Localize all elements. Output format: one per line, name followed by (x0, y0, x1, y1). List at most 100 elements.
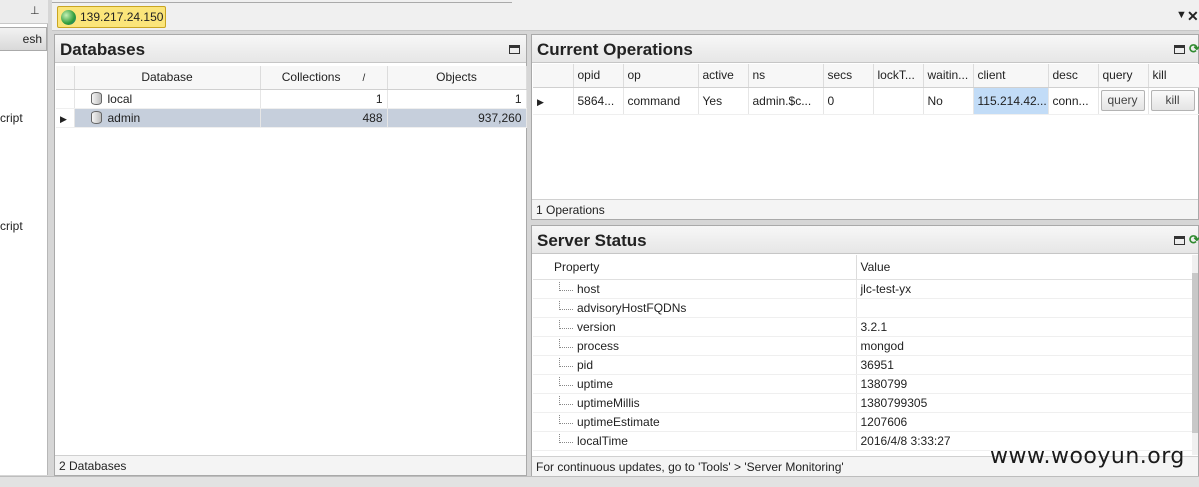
maximize-icon[interactable] (1174, 45, 1185, 54)
row-selector[interactable] (56, 89, 75, 109)
waiting-cell[interactable]: No (923, 87, 974, 115)
tree-row[interactable]: advisoryHostFQDNs (533, 298, 1194, 318)
tree-row[interactable]: host jlc-test-yx (533, 279, 1194, 299)
property-cell[interactable]: uptimeEstimate (533, 412, 857, 432)
maximize-icon[interactable] (1174, 236, 1185, 245)
collections-cell[interactable]: 1 (260, 89, 388, 109)
databases-panel: Databases Database Collections / Objects … (54, 34, 527, 476)
column-header-waiting[interactable]: waitin... (923, 64, 974, 88)
property-cell[interactable]: advisoryHostFQDNs (533, 298, 857, 318)
close-icon[interactable]: ✕ (1187, 8, 1199, 25)
tree-row[interactable]: uptimeEstimate 1207606 (533, 412, 1194, 432)
property-cell[interactable]: version (533, 317, 857, 337)
database-name-cell[interactable]: admin (74, 108, 261, 128)
tree-connector-icon (559, 319, 573, 329)
column-header-ns[interactable]: ns (748, 64, 824, 88)
column-header-property[interactable]: Property (533, 255, 857, 280)
column-header-client[interactable]: client (973, 64, 1049, 88)
secs-cell[interactable]: 0 (823, 87, 874, 115)
column-header-secs[interactable]: secs (823, 64, 874, 88)
column-header-op[interactable]: op (623, 64, 699, 88)
row-selector[interactable]: ▶ (56, 108, 75, 128)
refresh-icon[interactable]: ⟳ (1189, 232, 1199, 248)
row-selector[interactable]: ▶ (533, 87, 574, 115)
property-cell[interactable]: process (533, 336, 857, 356)
sidebar-item-script-1[interactable]: cript (0, 111, 23, 125)
tree-connector-icon (559, 414, 573, 424)
property-name: localTime (577, 433, 628, 448)
tree-row[interactable]: process mongod (533, 336, 1194, 356)
ns-cell[interactable]: admin.$c... (748, 87, 824, 115)
databases-status-bar: 2 Databases (55, 455, 526, 475)
table-row[interactable]: local 1 1 (56, 89, 527, 109)
objects-cell[interactable]: 937,260 (387, 108, 527, 128)
column-header-desc[interactable]: desc (1048, 64, 1099, 88)
refresh-button[interactable]: esh (0, 27, 47, 51)
property-cell[interactable]: pid (533, 355, 857, 375)
refresh-icon[interactable]: ⟳ (1189, 41, 1199, 57)
server-tab[interactable]: 139.217.24.150 (57, 6, 166, 28)
column-header-lock[interactable]: lockT... (873, 64, 924, 88)
scrollbar-thumb[interactable] (1192, 273, 1198, 433)
value-cell[interactable]: 1380799 (856, 374, 1194, 394)
column-header-opid[interactable]: opid (573, 64, 624, 88)
database-icon (90, 91, 102, 105)
column-header-database[interactable]: Database (74, 66, 261, 90)
value-cell[interactable]: 36951 (856, 355, 1194, 375)
desc-cell[interactable]: conn... (1048, 87, 1099, 115)
server-status-tree: Property Value host jlc-test-yx advisoryHo… (533, 255, 1194, 451)
client-cell[interactable]: 115.214.42... (973, 87, 1049, 115)
opid-cell[interactable]: 5864... (573, 87, 624, 115)
collections-cell[interactable]: 488 (260, 108, 388, 128)
objects-cell[interactable]: 1 (387, 89, 527, 109)
tree-row[interactable]: pid 36951 (533, 355, 1194, 375)
property-name: version (577, 319, 616, 334)
value-cell[interactable]: 1380799305 (856, 393, 1194, 413)
databases-panel-header: Databases (55, 35, 526, 63)
database-name: admin (107, 110, 141, 125)
column-header-collections[interactable]: Collections / (260, 66, 388, 90)
property-cell[interactable]: uptimeMillis (533, 393, 857, 413)
tab-menu-icon[interactable]: ▼ (1176, 9, 1187, 21)
database-name-cell[interactable]: local (74, 89, 261, 109)
column-header-objects[interactable]: Objects (387, 66, 527, 90)
maximize-icon[interactable] (509, 45, 520, 54)
tree-row[interactable]: version 3.2.1 (533, 317, 1194, 337)
lock-cell[interactable] (873, 87, 924, 115)
query-button[interactable]: query (1100, 90, 1145, 111)
kill-cell: kill (1148, 87, 1199, 115)
tree-connector-icon (559, 338, 573, 348)
column-header-kill[interactable]: kill (1148, 64, 1199, 88)
globe-icon (61, 10, 76, 25)
value-cell[interactable]: 3.2.1 (856, 317, 1194, 337)
column-header-value[interactable]: Value (856, 255, 1194, 280)
sidebar-item-script-2[interactable]: cript (0, 219, 23, 233)
property-cell[interactable]: localTime (533, 431, 857, 451)
server-status-title: Server Status (537, 231, 647, 250)
value-cell[interactable] (856, 298, 1194, 318)
column-header-query[interactable]: query (1098, 64, 1149, 88)
active-cell[interactable]: Yes (698, 87, 749, 115)
property-cell[interactable]: uptime (533, 374, 857, 394)
table-row[interactable]: ▶ 5864... command Yes admin.$c... 0 No 1… (533, 87, 1199, 115)
kill-button[interactable]: kill (1150, 90, 1195, 111)
server-status-panel: Server Status ⟳ Property Value host jlc-t… (531, 225, 1199, 477)
property-name: host (577, 281, 600, 296)
tree-row[interactable]: uptimeMillis 1380799305 (533, 393, 1194, 413)
tree-row[interactable]: uptime 1380799 (533, 374, 1194, 394)
value-cell[interactable]: mongod (856, 336, 1194, 356)
tree-connector-icon (559, 300, 573, 310)
column-header-collections-label: Collections (281, 70, 341, 85)
databases-title: Databases (60, 40, 146, 59)
column-header-active[interactable]: active (698, 64, 749, 88)
property-cell[interactable]: host (533, 279, 857, 299)
op-cell[interactable]: command (623, 87, 699, 115)
value-cell[interactable]: 1207606 (856, 412, 1194, 432)
value-cell[interactable]: jlc-test-yx (856, 279, 1194, 299)
current-row-arrow-icon: ▶ (537, 96, 544, 107)
server-tab-label: 139.217.24.150 (80, 10, 164, 24)
row-selector-header (56, 66, 75, 90)
table-row[interactable]: ▶ admin 488 937,260 (56, 108, 527, 128)
tab-bar-divider (52, 0, 512, 3)
pin-icon[interactable]: ⊥ (30, 4, 40, 17)
